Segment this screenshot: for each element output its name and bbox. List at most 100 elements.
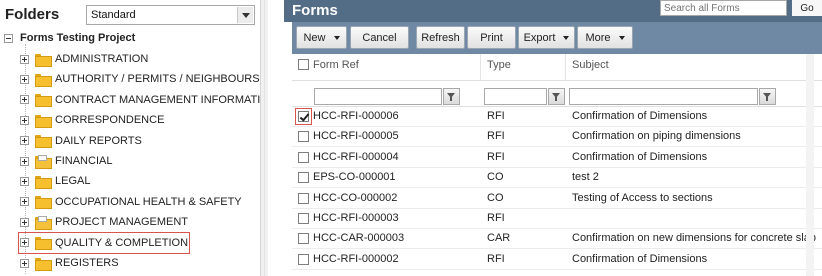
table-row[interactable]: HCC-RFI-000006 RFI Confirmation of Dimensi… — [292, 107, 822, 127]
expand-icon[interactable] — [20, 197, 29, 207]
form-ref-filter-input[interactable] — [314, 88, 442, 105]
cell-form-ref: EPS-CO-000001 — [313, 171, 396, 184]
table-row[interactable]: HCC-RFI-000005 RFI Confirmation on piping … — [292, 127, 822, 148]
tree-item[interactable]: AUTHORITY / PERMITS / NEIGHBOURS — [20, 70, 260, 88]
row-checkbox[interactable] — [298, 192, 309, 204]
cell-form-ref: HCC-CAR-000003 — [313, 232, 405, 245]
view-select-value: Standard — [91, 9, 136, 21]
folder-icon — [35, 257, 52, 271]
folder-icon — [35, 237, 52, 251]
view-select[interactable]: Standard — [86, 5, 255, 25]
column-header-form-ref[interactable]: Form Ref — [307, 54, 481, 81]
cell-subject: Confirmation on new dimensions for concr… — [572, 232, 816, 245]
expand-icon[interactable] — [20, 115, 29, 125]
row-checkbox[interactable] — [298, 213, 309, 224]
cell-subject: Confirmation of Dimensions — [572, 252, 708, 265]
tree-item[interactable]: OCCUPATIONAL HEALTH & SAFETY — [20, 193, 242, 211]
cell-form-ref: HCC-RFI-000002 — [313, 252, 399, 265]
cell-type: RFI — [487, 212, 505, 224]
expand-icon[interactable] — [20, 74, 29, 84]
column-header-type[interactable]: Type — [481, 54, 566, 81]
expand-icon[interactable] — [20, 176, 29, 186]
tree-item-label: CORRESPONDENCE — [55, 114, 165, 127]
subject-filter-input[interactable] — [569, 88, 758, 105]
expand-icon[interactable] — [20, 136, 29, 146]
go-button[interactable]: Go — [792, 0, 822, 16]
expand-icon[interactable] — [20, 95, 29, 105]
folder-icon — [35, 135, 52, 149]
filter-icon[interactable] — [443, 88, 460, 105]
filter-icon[interactable] — [759, 88, 776, 105]
table-row[interactable]: EPS-CO-000001 CO test 2 — [292, 168, 822, 189]
column-header-subject[interactable]: Subject — [566, 54, 822, 81]
expand-icon[interactable] — [20, 238, 29, 248]
forms-title: Forms — [292, 2, 338, 19]
more-button[interactable]: More — [577, 26, 633, 49]
table-row[interactable]: HCC-RFI-000003 RFI — [292, 209, 822, 229]
tree-item[interactable]: CORRESPONDENCE — [20, 111, 164, 129]
filter-icon[interactable] — [548, 88, 565, 105]
tree-root[interactable]: Forms Testing Project — [4, 30, 135, 46]
row-checkbox[interactable] — [298, 151, 309, 163]
cancel-button[interactable]: Cancel — [350, 26, 409, 49]
tree-item-label: AUTHORITY / PERMITS / NEIGHBOURS — [55, 73, 260, 86]
tree-item[interactable]: FINANCIAL — [20, 152, 112, 170]
search-input[interactable] — [660, 0, 787, 16]
cell-type: RFI — [487, 150, 505, 163]
tree-item-label: QUALITY & COMPLETION — [55, 236, 189, 249]
folders-pane: Folders Standard Forms Testing Project A… — [0, 0, 277, 276]
tree-item[interactable]: DAILY REPORTS — [20, 132, 142, 150]
cell-form-ref: HCC-RFI-000005 — [313, 130, 399, 143]
cell-type: CO — [487, 191, 504, 204]
forms-pane: Forms Go New Cancel Refresh Print Export… — [284, 0, 822, 276]
tree-item-label: FINANCIAL — [55, 155, 113, 167]
expand-icon[interactable] — [20, 54, 29, 64]
forms-header: Forms Go — [284, 0, 822, 22]
tree-item[interactable]: LEGAL — [20, 172, 90, 190]
tree-item-label: REGISTERS — [55, 257, 119, 269]
pane-splitter[interactable] — [260, 0, 268, 276]
filter-row — [292, 81, 822, 107]
row-checkbox[interactable] — [298, 233, 309, 245]
table-row[interactable]: HCC-CAR-000003 CAR Confirmation on new dim… — [292, 229, 822, 250]
cell-type: RFI — [487, 252, 505, 265]
row-checkbox[interactable] — [298, 172, 309, 184]
tree-item[interactable]: PROJECT MANAGEMENT — [20, 213, 188, 231]
caret-down-icon — [563, 35, 570, 40]
more-button-label: More — [585, 31, 611, 44]
tree-item[interactable]: ADMINISTRATION — [20, 50, 148, 68]
expand-icon[interactable] — [20, 258, 29, 268]
tree-item-label: OCCUPATIONAL HEALTH & SAFETY — [55, 195, 242, 208]
document-sheet — [38, 154, 47, 161]
cell-subject: test 2 — [572, 171, 599, 184]
export-button[interactable]: Export — [518, 26, 575, 49]
new-button[interactable]: New — [296, 26, 347, 49]
folder-icon — [35, 175, 52, 189]
folder-icon — [35, 94, 52, 108]
print-button[interactable]: Print — [467, 26, 516, 49]
refresh-button[interactable]: Refresh — [416, 26, 465, 49]
folder-document-icon — [35, 215, 52, 230]
tree-item[interactable]: CONTRACT MANAGEMENT INFORMATION — [20, 91, 277, 109]
type-filter-input[interactable] — [484, 88, 547, 105]
folder-icon — [35, 114, 52, 128]
export-button-label: Export — [523, 31, 556, 44]
table-row[interactable]: HCC-RFI-000004 RFI Confirmation of Dimensi… — [292, 148, 822, 168]
tree-root-label: Forms Testing Project — [20, 32, 136, 44]
chevron-down-icon[interactable] — [237, 7, 253, 23]
grid-scrollbar[interactable] — [806, 54, 814, 276]
expand-icon[interactable] — [20, 217, 29, 227]
caret-down-icon — [333, 35, 340, 40]
folder-document-icon — [35, 154, 52, 169]
table-row[interactable]: HCC-CO-000002 CO Testing of Access to sect… — [292, 189, 822, 209]
tree-item[interactable]: QUALITY & COMPLETION — [17, 231, 191, 254]
tree-item[interactable]: REGISTERS — [20, 254, 119, 272]
row-checkbox[interactable] — [298, 131, 309, 143]
collapse-icon[interactable] — [4, 33, 13, 43]
folders-title: Folders — [5, 6, 60, 23]
document-sheet — [38, 215, 47, 222]
cell-type: CO — [487, 171, 504, 184]
row-checkbox[interactable] — [298, 253, 309, 265]
table-row[interactable]: HCC-RFI-000002 RFI Confirmation of Dimensi… — [292, 250, 822, 270]
expand-icon[interactable] — [20, 156, 29, 166]
